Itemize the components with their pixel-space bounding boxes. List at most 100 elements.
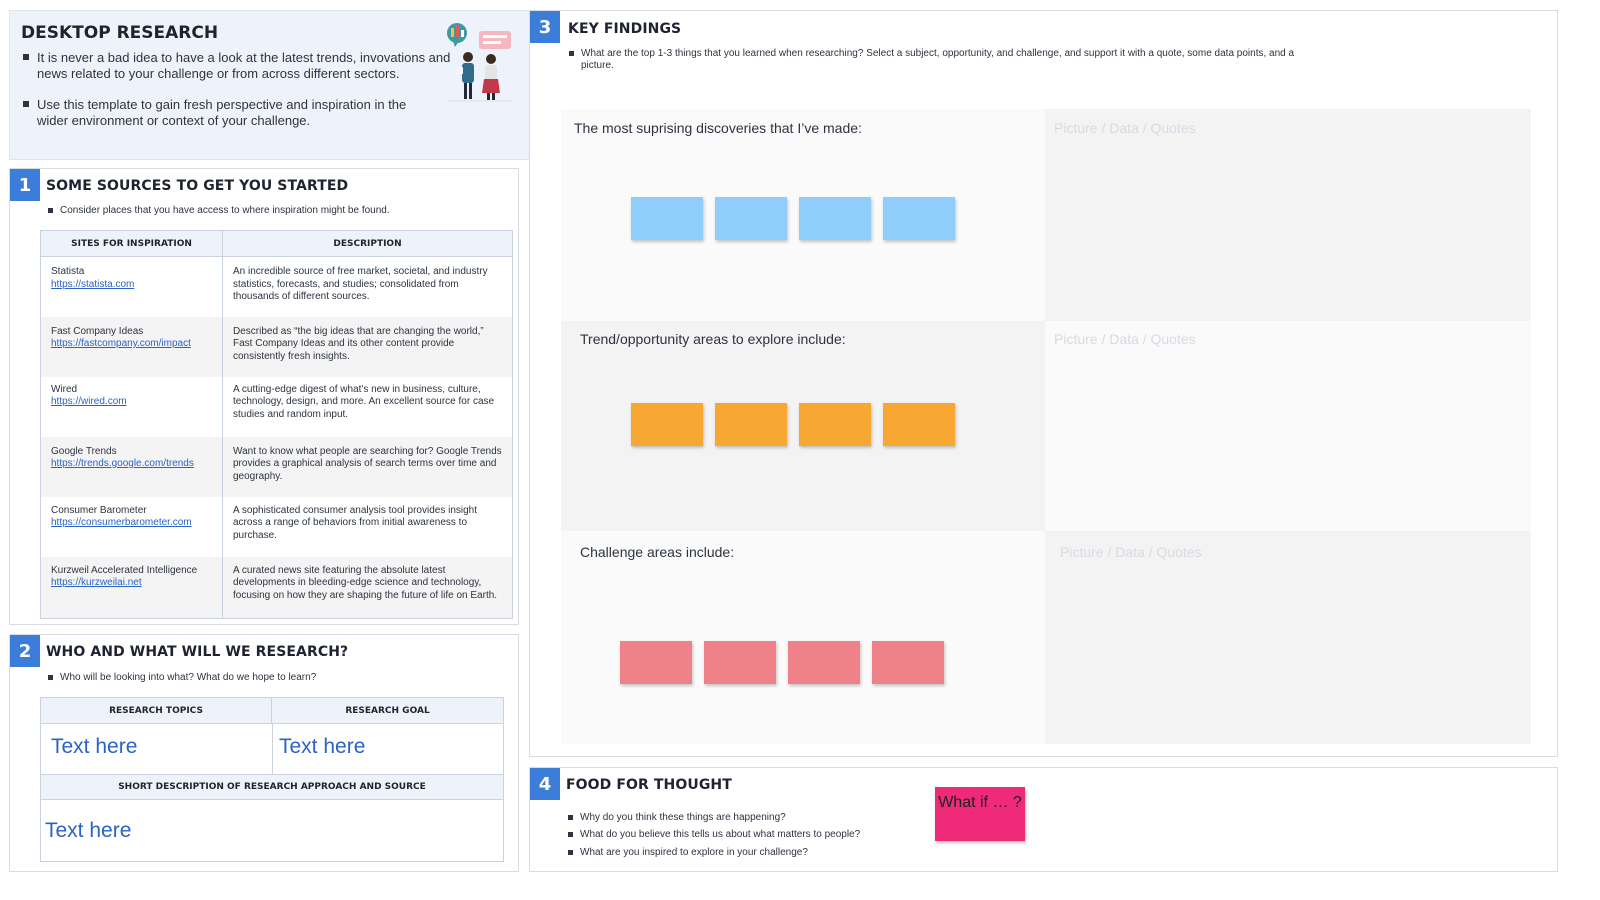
table-row: Fast Company Ideas https://fastcompany.co… bbox=[40, 316, 513, 377]
description-cell: Described as “the big ideas that are cha… bbox=[222, 316, 513, 377]
bullet-square bbox=[568, 815, 573, 820]
site-link[interactable]: https://trends.google.com/trends bbox=[51, 458, 194, 469]
section-bullet-text: What do you believe this tells us about … bbox=[580, 829, 861, 840]
sticky-note[interactable] bbox=[715, 403, 787, 446]
findings-media-area bbox=[1045, 321, 1531, 531]
bullet-square bbox=[48, 675, 53, 680]
bullet-square bbox=[23, 54, 29, 60]
sticky-note[interactable] bbox=[631, 197, 703, 240]
site-name: Google Trends bbox=[51, 445, 117, 457]
bullet-square bbox=[23, 101, 29, 107]
section-bullet: What do you believe this tells us about … bbox=[568, 829, 860, 840]
site-link[interactable]: https://fastcompany.com/impact bbox=[51, 338, 191, 349]
research-topics-header: RESEARCH TOPICS bbox=[41, 698, 272, 724]
section-number-badge: 2 bbox=[10, 635, 40, 667]
bullet-square bbox=[569, 51, 574, 56]
section-bullet: Why do you think these things are happen… bbox=[568, 812, 786, 823]
site-link[interactable]: https://wired.com bbox=[51, 396, 127, 407]
research-table: RESEARCH TOPICS RESEARCH GOAL Text here … bbox=[40, 697, 504, 862]
site-link[interactable]: https://statista.com bbox=[51, 279, 134, 290]
description-cell: Want to know what people are searching f… bbox=[222, 436, 513, 497]
sticky-note[interactable] bbox=[883, 197, 955, 240]
section-bullet-text: What are you inspired to explore in your… bbox=[580, 847, 808, 858]
trend-opportunity-label: Trend/opportunity areas to explore inclu… bbox=[580, 331, 846, 347]
table-header-sites: SITES FOR INSPIRATION bbox=[40, 230, 223, 257]
findings-media-area bbox=[1045, 531, 1531, 744]
site-name: Statista bbox=[51, 266, 85, 277]
intro-bullet: Use this template to gain fresh perspect… bbox=[23, 97, 423, 129]
section-number-badge: 3 bbox=[530, 11, 560, 43]
what-if-sticky-note[interactable]: What if … ? bbox=[935, 787, 1025, 841]
section-bullet-text: Why do you think these things are happen… bbox=[580, 812, 786, 823]
research-panel: 2 WHO AND WHAT WILL WE RESEARCH? Who wil… bbox=[9, 634, 519, 872]
description-cell: A cutting-edge digest of what's new in b… bbox=[222, 376, 513, 437]
section-bullet-text: What are the top 1-3 things that you lea… bbox=[581, 48, 1295, 71]
research-goal-input[interactable]: Text here bbox=[279, 735, 365, 759]
section-bullet: What are you inspired to explore in your… bbox=[568, 847, 808, 858]
section-bullet-text: Who will be looking into what? What do w… bbox=[60, 672, 317, 683]
sticky-note[interactable] bbox=[620, 641, 692, 684]
intro-panel: DESKTOP RESEARCH It is never a bad idea … bbox=[9, 10, 530, 160]
sticky-note[interactable] bbox=[883, 403, 955, 446]
research-approach-input[interactable]: Text here bbox=[45, 819, 131, 843]
column-divider bbox=[272, 724, 273, 774]
sources-panel: 1 SOME SOURCES TO GET YOU STARTED Consid… bbox=[9, 168, 519, 625]
sticky-note[interactable] bbox=[715, 197, 787, 240]
research-topics-input[interactable]: Text here bbox=[51, 735, 137, 759]
page-title: DESKTOP RESEARCH bbox=[21, 23, 219, 43]
section-bullet-text: Consider places that you have access to … bbox=[60, 205, 390, 216]
site-name: Kurzweil Accelerated Intelligence bbox=[51, 564, 198, 576]
section-number-badge: 4 bbox=[530, 768, 560, 800]
table-row: Google Trends https://trends.google.com/t… bbox=[40, 436, 513, 497]
description-cell: A sophisticated consumer analysis tool p… bbox=[222, 496, 513, 557]
sources-table: SITES FOR INSPIRATION DESCRIPTION Statis… bbox=[40, 230, 513, 619]
research-approach-header: SHORT DESCRIPTION OF RESEARCH APPROACH A… bbox=[41, 774, 503, 800]
picture-data-quotes-placeholder[interactable]: Picture / Data / Quotes bbox=[1060, 544, 1202, 560]
site-cell: Fast Company Ideas https://fastcompany.co… bbox=[40, 316, 223, 377]
intro-bullet: It is never a bad idea to have a look at… bbox=[23, 50, 463, 82]
table-header-description: DESCRIPTION bbox=[222, 230, 513, 257]
findings-media-area bbox=[1045, 109, 1531, 321]
food-for-thought-panel: 4 FOOD FOR THOUGHT Why do you think thes… bbox=[529, 767, 1558, 872]
sticky-note[interactable] bbox=[704, 641, 776, 684]
description-cell: An incredible source of free market, soc… bbox=[222, 256, 513, 317]
surprising-discoveries-label: The most suprising discoveries that I’ve… bbox=[574, 120, 862, 136]
challenge-areas-label: Challenge areas include: bbox=[580, 544, 735, 560]
key-findings-panel: 3 KEY FINDINGS What are the top 1-3 thin… bbox=[529, 10, 1558, 757]
site-link[interactable]: https://kurzweilai.net bbox=[51, 577, 142, 588]
bullet-square bbox=[568, 850, 573, 855]
bullet-square bbox=[48, 208, 53, 213]
site-name: Fast Company Ideas bbox=[51, 325, 144, 337]
research-goal-header: RESEARCH GOAL bbox=[272, 698, 503, 724]
picture-data-quotes-placeholder[interactable]: Picture / Data / Quotes bbox=[1054, 120, 1196, 136]
sticky-note[interactable] bbox=[872, 641, 944, 684]
sticky-note[interactable] bbox=[788, 641, 860, 684]
site-name: Consumer Barometer bbox=[51, 504, 147, 516]
section-title: SOME SOURCES TO GET YOU STARTED bbox=[46, 178, 349, 194]
intro-bullet-text: Use this template to gain fresh perspect… bbox=[37, 97, 407, 128]
table-row: Wired https://wired.com A cutting-edge di… bbox=[40, 376, 513, 437]
site-cell: Consumer Barometer https://consumerbarome… bbox=[40, 496, 223, 557]
table-row: Consumer Barometer https://consumerbarome… bbox=[40, 496, 513, 557]
site-cell: Statista https://statista.com bbox=[40, 256, 223, 317]
sticky-note[interactable] bbox=[799, 197, 871, 240]
section-bullet: Consider places that you have access to … bbox=[48, 205, 390, 216]
description-cell: A curated news site featuring the absolu… bbox=[222, 556, 513, 619]
section-number-badge: 1 bbox=[10, 169, 40, 201]
intro-bullet-text: It is never a bad idea to have a look at… bbox=[37, 50, 451, 81]
findings-row-challenges bbox=[561, 531, 1045, 744]
sticky-note[interactable] bbox=[799, 403, 871, 446]
section-title: FOOD FOR THOUGHT bbox=[566, 777, 732, 793]
site-cell: Wired https://wired.com bbox=[40, 376, 223, 437]
picture-data-quotes-placeholder[interactable]: Picture / Data / Quotes bbox=[1054, 331, 1196, 347]
section-bullet: Who will be looking into what? What do w… bbox=[48, 672, 316, 683]
section-title: KEY FINDINGS bbox=[568, 21, 682, 37]
sticky-note[interactable] bbox=[631, 403, 703, 446]
section-title: WHO AND WHAT WILL WE RESEARCH? bbox=[46, 644, 349, 660]
site-link[interactable]: https://consumerbarometer.com bbox=[51, 517, 192, 528]
site-name: Wired bbox=[51, 383, 78, 395]
site-cell: Google Trends https://trends.google.com/t… bbox=[40, 436, 223, 497]
table-row: Statista https://statista.com An incredib… bbox=[40, 256, 513, 317]
table-row: Kurzweil Accelerated Intelligence https:/… bbox=[40, 556, 513, 619]
site-cell: Kurzweil Accelerated Intelligence https:/… bbox=[40, 556, 223, 619]
